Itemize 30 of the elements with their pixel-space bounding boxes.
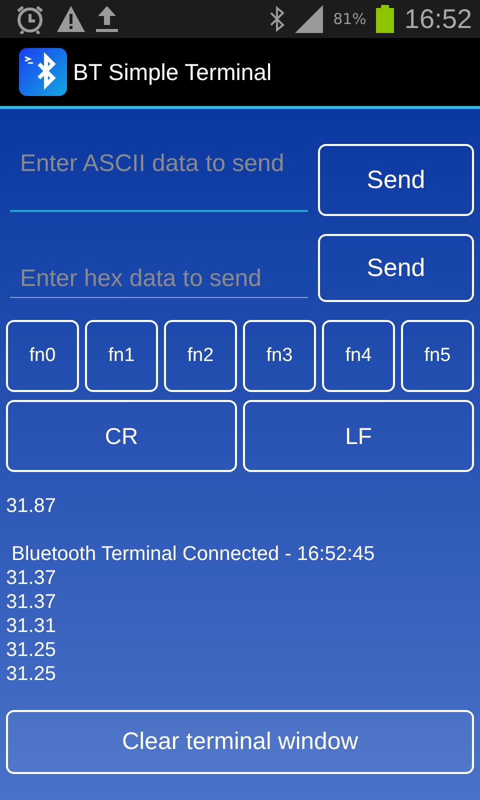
clock-time: 16:52 bbox=[404, 4, 472, 34]
function-key-button[interactable]: fn2 bbox=[164, 320, 237, 392]
send-button[interactable]: Send bbox=[318, 234, 474, 302]
app-title: BT Simple Terminal bbox=[73, 58, 272, 86]
function-key-button[interactable]: fn4 bbox=[322, 320, 395, 392]
function-key-button[interactable]: fn3 bbox=[243, 320, 316, 392]
alarm-icon bbox=[14, 4, 46, 34]
terminal-line: 31.25 bbox=[6, 638, 58, 662]
upload-icon bbox=[96, 6, 118, 32]
function-key-button[interactable]: fn5 bbox=[401, 320, 474, 392]
warning-icon bbox=[56, 5, 86, 33]
signal-icon bbox=[295, 5, 324, 33]
input-field[interactable]: Enter ASCII data to send bbox=[10, 150, 308, 212]
input-field[interactable]: Enter hex data to send bbox=[10, 265, 308, 298]
terminal-line: 31.87 bbox=[6, 494, 58, 518]
battery-percent: 81% bbox=[333, 10, 366, 28]
app-logo-icon bbox=[19, 48, 67, 96]
function-key-button[interactable]: fn1 bbox=[85, 320, 158, 392]
clear-terminal-button[interactable]: Clear terminal window bbox=[6, 710, 474, 774]
line-ending-button[interactable]: LF bbox=[243, 400, 474, 472]
terminal-line: Bluetooth Terminal Connected - 16:52:45 bbox=[10, 542, 376, 566]
line-ending-button[interactable]: CR bbox=[6, 400, 237, 472]
send-button[interactable]: Send bbox=[318, 144, 474, 216]
terminal-line: 31.37 bbox=[6, 590, 58, 614]
terminal-line: 31.37 bbox=[6, 566, 58, 590]
terminal-line: 31.25 bbox=[6, 662, 58, 686]
function-key-button[interactable]: fn0 bbox=[6, 320, 79, 392]
battery-icon bbox=[376, 5, 394, 33]
terminal-line: 31.31 bbox=[6, 614, 58, 638]
bluetooth-icon bbox=[269, 6, 286, 32]
